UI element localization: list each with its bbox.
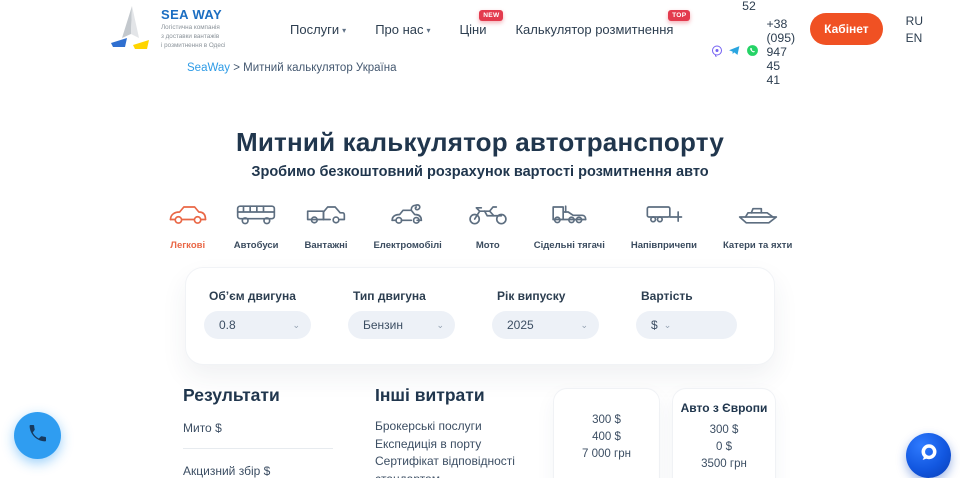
field-label: Об’єм двигуна [209, 289, 311, 303]
category-label: Електромобілі [373, 240, 441, 251]
field-year: Рік випуску 2025 ⌄ [492, 289, 599, 339]
category-label: Катери та яхти [723, 240, 792, 251]
whatsapp-icon[interactable] [746, 44, 759, 60]
other-cost-row: Сертифікат відповідності стандартам [375, 453, 555, 478]
logo-tagline: Логістична компанія з доставки вантажів … [161, 24, 225, 50]
bus-icon [236, 202, 276, 232]
lang-en[interactable]: EN [906, 31, 923, 45]
category-label: Сідельні тягачі [534, 240, 605, 251]
currency-select[interactable]: $ ⌄ [636, 311, 737, 339]
category-label: Автобуси [234, 240, 279, 251]
results-title: Результати [183, 385, 333, 406]
viber-icon[interactable] [711, 45, 723, 60]
nav-calculator[interactable]: Калькулятор розмитненняTOP [515, 22, 673, 37]
year-select[interactable]: 2025 ⌄ [492, 311, 599, 339]
yacht-icon [738, 202, 778, 232]
vehicle-categories: Легкові Автобуси Вантажні Електромобілі … [0, 202, 960, 251]
chat-fab-button[interactable] [906, 433, 951, 478]
breadcrumb-current: Митний калькулятор Україна [243, 62, 396, 74]
nav-about[interactable]: Про нас▾ [375, 22, 430, 37]
calculator-form: Об’єм двигуна 0.8 ⌄ Тип двигуна Бензин ⌄… [185, 267, 775, 365]
telegram-icon[interactable] [728, 44, 741, 60]
field-engine-volume: Об’єм двигуна 0.8 ⌄ [204, 289, 311, 339]
new-badge: NEW [479, 10, 503, 21]
main-nav: Послуги▾ Про нас▾ ЦіниNEW Калькулятор ро… [290, 22, 673, 37]
chat-bubble-icon [915, 439, 943, 472]
language-switcher: RU EN [906, 14, 923, 45]
results-section: Результати Мито $ Акцизний збір $ Інші в… [0, 385, 960, 478]
category-buses[interactable]: Автобуси [234, 202, 279, 251]
price-card-1: 300 $ 400 $ 7 000 грн [553, 388, 660, 478]
motorcycle-icon [468, 202, 508, 232]
field-label: Рік випуску [497, 289, 599, 303]
price-value: 3500 грн [673, 456, 775, 473]
price-value: 400 $ [554, 429, 659, 446]
category-moto[interactable]: Мото [468, 202, 508, 251]
chevron-down-icon: ⌄ [292, 320, 300, 331]
contact-row-2: +38 (095) 947 45 41 [713, 17, 795, 87]
page-subtitle: Зробимо безкоштовний розрахунок вартості… [0, 164, 960, 180]
logo-text: SEA WAY Логістична компанія з доставки в… [161, 7, 225, 50]
breadcrumb-separator: > [230, 62, 243, 74]
cabinet-button[interactable]: Кабінет [810, 13, 883, 45]
chevron-down-icon: ▾ [427, 26, 431, 35]
breadcrumb-home-link[interactable]: SeaWay [187, 62, 230, 74]
field-cost: Вартість $ ⌄ [636, 289, 737, 339]
logo[interactable]: SEA WAY Логістична компанія з доставки в… [110, 5, 236, 54]
chevron-down-icon: ⌄ [436, 320, 444, 331]
category-semi-trucks[interactable]: Сідельні тягачі [534, 202, 605, 251]
category-semi-trailers[interactable]: Напівпричепи [631, 202, 697, 251]
header-contacts: +38 (067) 009-52-52 +38 (095) 947 45 41 [713, 0, 795, 87]
logo-title: SEA WAY [161, 7, 225, 22]
trailer-icon [644, 202, 684, 232]
electric-car-icon [388, 202, 428, 232]
engine-type-select[interactable]: Бензин ⌄ [348, 311, 455, 339]
field-label: Тип двигуна [353, 289, 455, 303]
other-costs-title: Інші витрати [375, 385, 555, 406]
page-title: Митний калькулятор автотранспорту [0, 127, 960, 158]
price-value: 0 $ [673, 439, 775, 456]
results-column: Результати Мито $ Акцизний збір $ [183, 385, 333, 478]
phone-number-2[interactable]: +38 (095) 947 45 41 [766, 17, 795, 87]
engine-volume-select[interactable]: 0.8 ⌄ [204, 311, 311, 339]
breadcrumb: SeaWay > Митний калькулятор Україна [187, 62, 960, 74]
category-electric[interactable]: Електромобілі [373, 202, 441, 251]
car-icon [168, 202, 208, 232]
category-boats[interactable]: Катери та яхти [723, 202, 792, 251]
nav-prices[interactable]: ЦіниNEW [460, 22, 487, 37]
top-badge: TOP [668, 10, 690, 21]
phone-icon [27, 423, 48, 449]
chevron-down-icon: ⌄ [580, 320, 588, 331]
truck-icon [306, 202, 346, 232]
category-label: Вантажні [305, 240, 348, 251]
seaway-logo-icon [110, 5, 152, 54]
chevron-down-icon: ▾ [342, 26, 346, 35]
price-card-europe: Авто з Європи 300 $ 0 $ 3500 грн [672, 388, 776, 478]
contact-row-1: +38 (067) 009-52-52 [713, 0, 795, 13]
result-row-duty: Мито $ [183, 406, 333, 449]
chevron-down-icon: ⌄ [664, 320, 672, 331]
price-card-title: Авто з Європи [673, 401, 775, 415]
price-value: 300 $ [673, 422, 775, 439]
price-value: 300 $ [554, 412, 659, 429]
other-cost-row: Експедиція в порту [375, 436, 555, 454]
lang-ru[interactable]: RU [906, 14, 923, 28]
other-cost-row: Брокерські послуги [375, 418, 555, 436]
category-label: Мото [476, 240, 500, 251]
field-engine-type: Тип двигуна Бензин ⌄ [348, 289, 455, 339]
semi-truck-icon [549, 202, 589, 232]
price-value: 7 000 грн [554, 446, 659, 463]
field-label: Вартість [641, 289, 737, 303]
other-costs-column: Інші витрати Брокерські послуги Експедиц… [375, 385, 555, 478]
category-trucks[interactable]: Вантажні [305, 202, 348, 251]
category-label: Напівпричепи [631, 240, 697, 251]
category-cars[interactable]: Легкові [168, 202, 208, 251]
nav-services[interactable]: Послуги▾ [290, 22, 346, 37]
category-label: Легкові [170, 240, 205, 251]
header: SEA WAY Логістична компанія з доставки в… [0, 0, 960, 54]
phone-number-1[interactable]: +38 (067) 009-52-52 [742, 0, 795, 13]
other-costs-list: Брокерські послуги Експедиція в порту Се… [375, 418, 555, 478]
call-fab-button[interactable] [14, 412, 61, 459]
